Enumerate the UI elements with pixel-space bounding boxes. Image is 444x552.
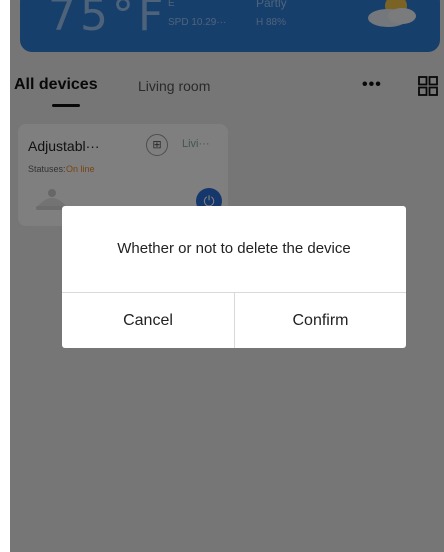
cancel-button[interactable]: Cancel xyxy=(62,293,234,348)
delete-confirm-dialog: Whether or not to delete the device Canc… xyxy=(62,206,406,348)
dialog-message: Whether or not to delete the device xyxy=(117,240,351,257)
device-list-screen: 75°F E SPD 10.29··· Partly H 88% All dev… xyxy=(10,0,444,552)
confirm-button[interactable]: Confirm xyxy=(235,293,406,348)
